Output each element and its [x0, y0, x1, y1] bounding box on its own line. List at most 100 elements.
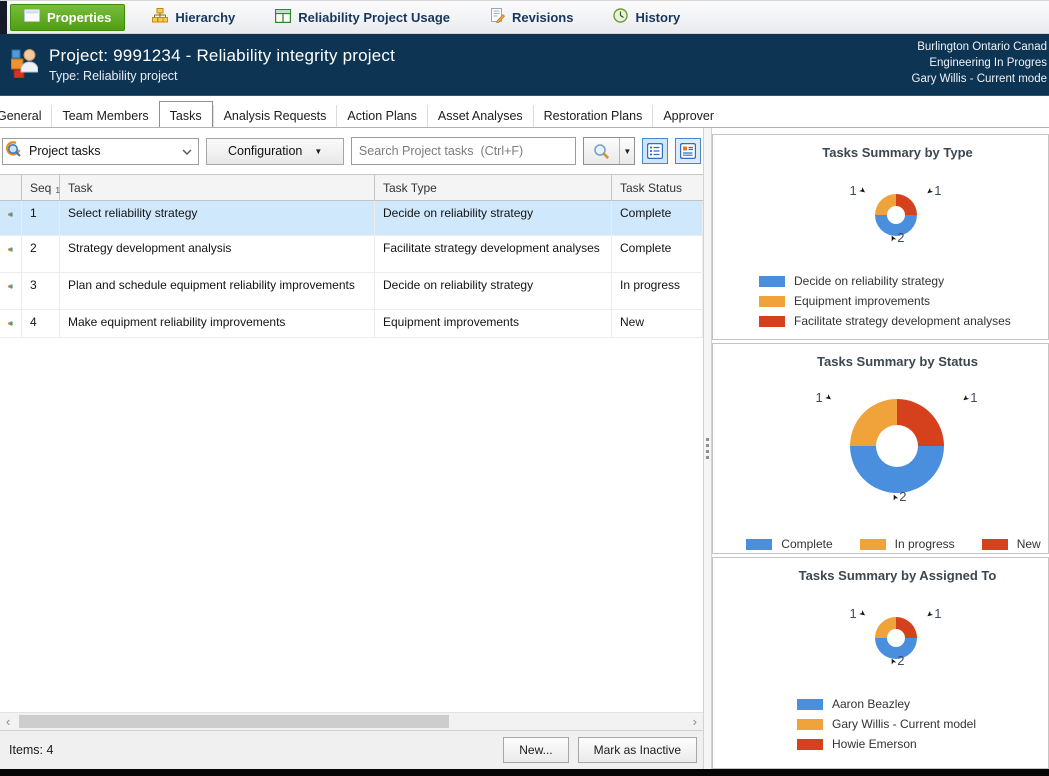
tab-team-members[interactable]: Team Members — [51, 105, 158, 127]
items-count: Items: 4 — [9, 743, 54, 757]
seq-cell: 1 — [22, 201, 60, 235]
callout-arrow-icon: ➤ — [923, 608, 935, 620]
project-person-icon — [10, 46, 39, 83]
chart-legend: Complete In progress New — [713, 537, 1048, 551]
legend-item: Facilitate strategy development analyses — [759, 314, 1048, 328]
table-row[interactable]: 1 Select reliability strategy Decide on … — [0, 201, 703, 236]
callout-label: ➤ 1 — [923, 183, 942, 198]
task-icon — [0, 236, 22, 272]
tab-analysis-requests[interactable]: Analysis Requests — [212, 105, 337, 127]
task-cell: Make equipment reliability improvements — [60, 310, 375, 337]
revisions-button[interactable]: Revisions — [477, 4, 586, 31]
usage-label: Reliability Project Usage — [298, 9, 451, 25]
properties-button[interactable]: Properties — [10, 3, 126, 31]
callout-label: ➤ 1 — [923, 606, 942, 621]
legend-swatch-blue — [759, 275, 785, 287]
donut-chart-by-status: 1 ➤ ➤ 1 ➤ 2 — [792, 387, 1002, 509]
callout-arrow-icon: ➤ — [856, 184, 868, 196]
task-type-cell: Facilitate strategy development analyses — [375, 236, 612, 272]
pane-splitter[interactable] — [703, 128, 712, 769]
reliability-project-usage-button[interactable]: Reliability Project Usage — [262, 4, 463, 31]
usage-table-icon — [275, 8, 292, 26]
search-input[interactable] — [351, 138, 576, 164]
project-header-meta: Burlington Ontario Canad Engineering In … — [912, 39, 1047, 87]
tab-action-plans[interactable]: Action Plans — [336, 105, 426, 127]
legend-swatch-blue — [746, 538, 773, 550]
legend-label: Facilitate strategy development analyses — [794, 314, 1011, 328]
task-icon — [0, 310, 22, 337]
list-view-button[interactable] — [642, 138, 669, 164]
card-view-icon — [680, 143, 697, 159]
seq-cell: 2 — [22, 236, 60, 272]
task-status-cell: In progress — [612, 273, 703, 309]
configuration-dropdown-arrow-icon: ▼ — [314, 146, 323, 156]
legend-swatch-blue — [797, 698, 823, 710]
project-type: Type: Reliability project — [49, 69, 178, 83]
grid-header-task[interactable]: Task — [60, 175, 375, 200]
table-row[interactable]: 4 Make equipment reliability improvement… — [0, 310, 703, 338]
new-button[interactable]: New... — [503, 737, 569, 763]
task-status-cell: New — [612, 310, 703, 337]
legend-item: Decide on reliability strategy — [759, 274, 1048, 288]
legend-swatch-orange — [759, 295, 785, 307]
search-button[interactable] — [584, 143, 619, 160]
scrollbar-thumb[interactable] — [19, 715, 449, 728]
chart-legend: Aaron Beazley Gary Willis - Current mode… — [797, 697, 1048, 751]
revisions-icon — [490, 8, 506, 26]
legend-label: In progress — [894, 537, 955, 551]
legend-item: In progress — [859, 537, 955, 551]
hierarchy-label: Hierarchy — [175, 9, 236, 25]
legend-swatch-orange — [859, 538, 886, 550]
table-row[interactable]: 2 Strategy development analysis Facilita… — [0, 236, 703, 273]
legend-item: New — [981, 537, 1041, 551]
task-type-cell: Equipment improvements — [375, 310, 612, 337]
configuration-button[interactable]: Configuration ▼ — [206, 137, 344, 165]
view-selector-dropdown[interactable]: Project tasks — [2, 137, 200, 165]
grid-header-seq[interactable]: Seq 1 — [22, 175, 60, 200]
task-cell: Strategy development analysis — [60, 236, 375, 272]
grid-header-task-type[interactable]: Task Type — [375, 175, 612, 200]
horizontal-scrollbar[interactable]: ‹ › — [0, 712, 703, 730]
card-view-button[interactable] — [675, 138, 702, 164]
table-row[interactable]: 3 Plan and schedule equipment reliabilit… — [0, 273, 703, 310]
task-status-cell: Complete — [612, 236, 703, 272]
list-view-icon — [647, 143, 664, 159]
task-status-cell: Complete — [612, 201, 703, 235]
tab-asset-analyses[interactable]: Asset Analyses — [426, 105, 533, 127]
callout-label: ➤ 1 — [959, 390, 978, 405]
tab-approver[interactable]: Approver — [652, 105, 724, 127]
legend-label: Howie Emerson — [832, 737, 917, 751]
task-status-header-label: Task Status — [620, 180, 683, 195]
lookup-search-icon — [5, 140, 23, 162]
callout-label: 1 ➤ — [849, 606, 868, 621]
revisions-label: Revisions — [512, 9, 574, 25]
project-stage: Engineering In Progres — [929, 57, 1047, 69]
mark-as-inactive-button[interactable]: Mark as Inactive — [577, 737, 697, 763]
seq-header-label: Seq — [30, 180, 52, 195]
task-icon — [0, 201, 22, 235]
callout-label: 1 ➤ — [849, 183, 868, 198]
tab-general[interactable]: General — [0, 105, 51, 127]
tab-restoration-plans[interactable]: Restoration Plans — [532, 105, 653, 127]
scroll-right-arrow-icon[interactable]: › — [693, 713, 697, 730]
legend-item: Aaron Beazley — [797, 697, 1048, 711]
legend-item: Equipment improvements — [759, 294, 1048, 308]
callout-label: ➤ 2 — [886, 230, 905, 245]
seq-cell: 3 — [22, 273, 60, 309]
grid-header-task-status[interactable]: Task Status — [612, 175, 703, 200]
configuration-label: Configuration — [228, 144, 303, 158]
grid-header-icon-column[interactable] — [0, 175, 22, 200]
project-title: Project: 9991234 - Reliability integrity… — [49, 46, 395, 65]
chart-title: Tasks Summary by Status — [817, 354, 978, 369]
tab-tasks[interactable]: Tasks — [158, 101, 213, 127]
task-type-cell: Decide on reliability strategy — [375, 201, 612, 235]
search-options-arrow[interactable]: ▼ — [620, 147, 634, 156]
history-button[interactable]: History — [600, 4, 693, 31]
task-icon — [0, 273, 22, 309]
callout-arrow-icon: ➤ — [856, 607, 868, 619]
hierarchy-button[interactable]: Hierarchy — [139, 4, 248, 31]
donut — [849, 399, 944, 493]
callout-arrow-icon: ➤ — [822, 391, 834, 403]
app-window: Properties Hierarchy Reliability Project… — [0, 0, 1049, 776]
scroll-left-arrow-icon[interactable]: ‹ — [6, 713, 10, 730]
